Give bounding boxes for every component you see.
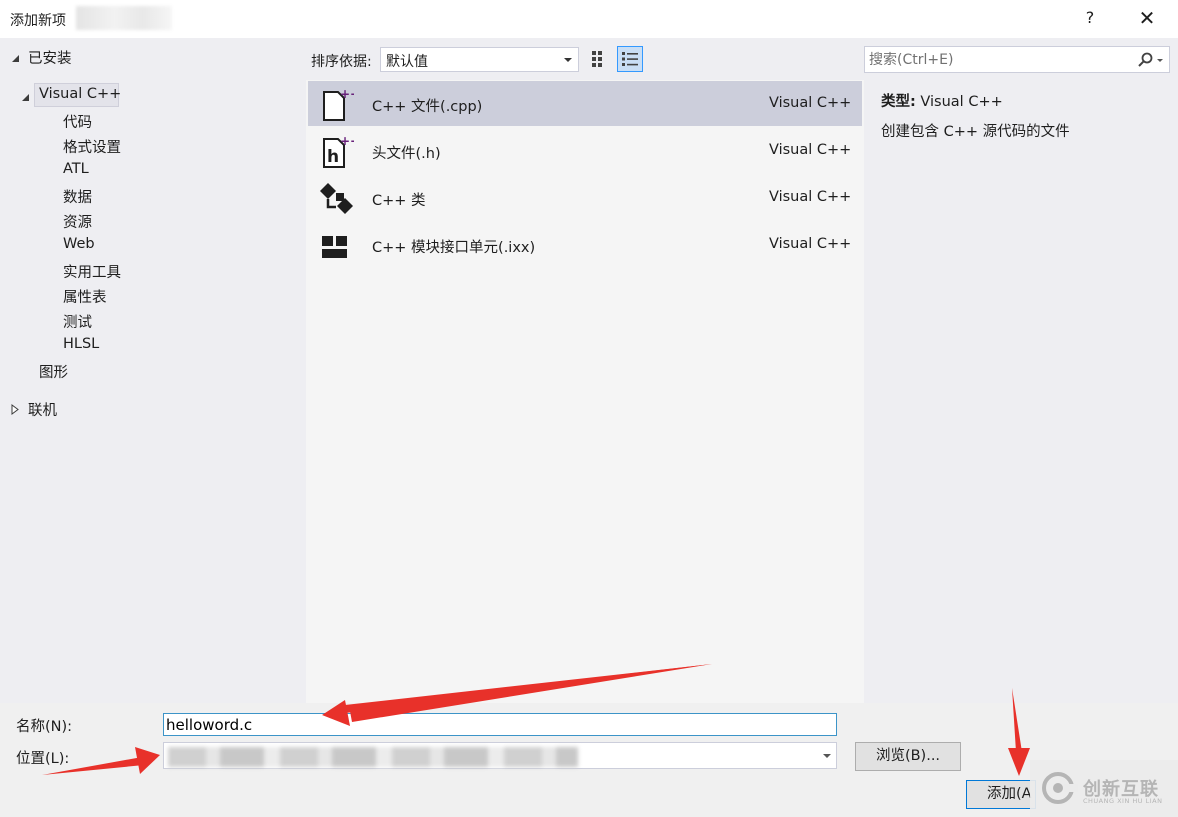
watermark-logo-icon bbox=[1042, 772, 1078, 804]
tree-item-web[interactable]: Web bbox=[63, 236, 95, 252]
module-icon bbox=[318, 228, 354, 264]
tree-item-property-sheets[interactable]: 属性表 bbox=[63, 286, 107, 307]
help-button[interactable]: ? bbox=[1080, 8, 1100, 30]
tree-item-data[interactable]: 数据 bbox=[63, 186, 92, 207]
svg-text:++: ++ bbox=[340, 87, 354, 101]
expanded-icon[interactable] bbox=[21, 90, 30, 106]
title-bar: 添加新项 ? ✕ bbox=[0, 0, 1178, 38]
add-button[interactable]: 添加(A bbox=[966, 780, 1036, 809]
template-row[interactable]: C++ 类 Visual C++ bbox=[308, 175, 862, 220]
svg-text:++: ++ bbox=[340, 134, 354, 148]
details-type-value: Visual C++ bbox=[920, 94, 1003, 110]
search-box[interactable] bbox=[864, 46, 1170, 73]
dialog-title: 添加新项 bbox=[10, 13, 66, 29]
template-language: Visual C++ bbox=[769, 95, 852, 111]
title-blurred-region bbox=[76, 6, 172, 30]
template-list: ++ C++ 文件(.cpp) Visual C++ h ++ 头文件(.h) … bbox=[306, 80, 864, 703]
name-field-box[interactable] bbox=[163, 713, 837, 736]
template-row[interactable]: ++ C++ 文件(.cpp) Visual C++ bbox=[308, 81, 862, 126]
watermark-subtext: CHUANG XIN HU LIAN bbox=[1083, 797, 1163, 805]
list-view-button[interactable] bbox=[617, 46, 643, 72]
template-name: C++ 文件(.cpp) bbox=[372, 99, 483, 115]
search-icon[interactable] bbox=[1137, 52, 1153, 72]
tree-item-atl[interactable]: ATL bbox=[63, 161, 89, 177]
list-view-icon bbox=[622, 52, 638, 66]
cpp-class-icon bbox=[318, 181, 354, 217]
template-name: 头文件(.h) bbox=[372, 146, 441, 162]
expanded-icon[interactable] bbox=[11, 51, 20, 67]
grid-view-button[interactable] bbox=[587, 46, 613, 72]
tree-item-hlsl[interactable]: HLSL bbox=[63, 336, 99, 352]
collapsed-icon[interactable] bbox=[11, 403, 19, 419]
tree-item-online[interactable]: 联机 bbox=[28, 399, 57, 420]
sort-dropdown[interactable]: 默认值 bbox=[380, 47, 579, 72]
tree-item-installed[interactable]: 已安装 bbox=[28, 47, 72, 68]
details-description: 创建包含 C++ 源代码的文件 bbox=[881, 124, 1070, 140]
details-type-label: 类型: bbox=[881, 94, 916, 110]
tree-item-resource[interactable]: 资源 bbox=[63, 211, 92, 232]
header-file-icon: h ++ bbox=[318, 134, 360, 170]
browse-button[interactable]: 浏览(B)... bbox=[855, 742, 961, 771]
template-row[interactable]: h ++ 头文件(.h) Visual C++ bbox=[308, 128, 862, 173]
template-name: C++ 模块接口单元(.ixx) bbox=[372, 240, 536, 256]
template-language: Visual C++ bbox=[769, 142, 852, 158]
grid-view-icon bbox=[592, 51, 602, 67]
tree-item-graphics[interactable]: 图形 bbox=[39, 361, 68, 382]
tree-item-utility[interactable]: 实用工具 bbox=[63, 261, 121, 282]
chevron-down-icon[interactable] bbox=[823, 754, 831, 758]
location-dropdown[interactable] bbox=[163, 742, 837, 769]
svg-text:h: h bbox=[327, 147, 339, 167]
name-label: 名称(N): bbox=[16, 719, 73, 735]
sort-value: 默认值 bbox=[386, 54, 428, 70]
tree-item-visual-cpp[interactable]: Visual C++ bbox=[39, 86, 121, 102]
search-options-chevron-icon[interactable] bbox=[1157, 59, 1163, 62]
location-label: 位置(L): bbox=[16, 751, 70, 767]
template-language: Visual C++ bbox=[769, 189, 852, 205]
name-field[interactable] bbox=[166, 715, 826, 734]
template-language: Visual C++ bbox=[769, 236, 852, 252]
cpp-file-icon: ++ bbox=[318, 87, 360, 123]
tree-item-code[interactable]: 代码 bbox=[63, 111, 92, 132]
chevron-down-icon bbox=[564, 58, 572, 62]
close-button[interactable]: ✕ bbox=[1134, 6, 1160, 32]
sort-label: 排序依据: bbox=[311, 54, 372, 70]
template-name: C++ 类 bbox=[372, 193, 426, 209]
location-blurred-value bbox=[168, 747, 578, 767]
search-input[interactable] bbox=[869, 50, 1131, 70]
details-type: 类型: Visual C++ bbox=[881, 90, 1003, 111]
template-row[interactable]: C++ 模块接口单元(.ixx) Visual C++ bbox=[308, 222, 862, 267]
tree-item-test[interactable]: 测试 bbox=[63, 311, 92, 332]
tree-item-formatting[interactable]: 格式设置 bbox=[63, 136, 121, 157]
